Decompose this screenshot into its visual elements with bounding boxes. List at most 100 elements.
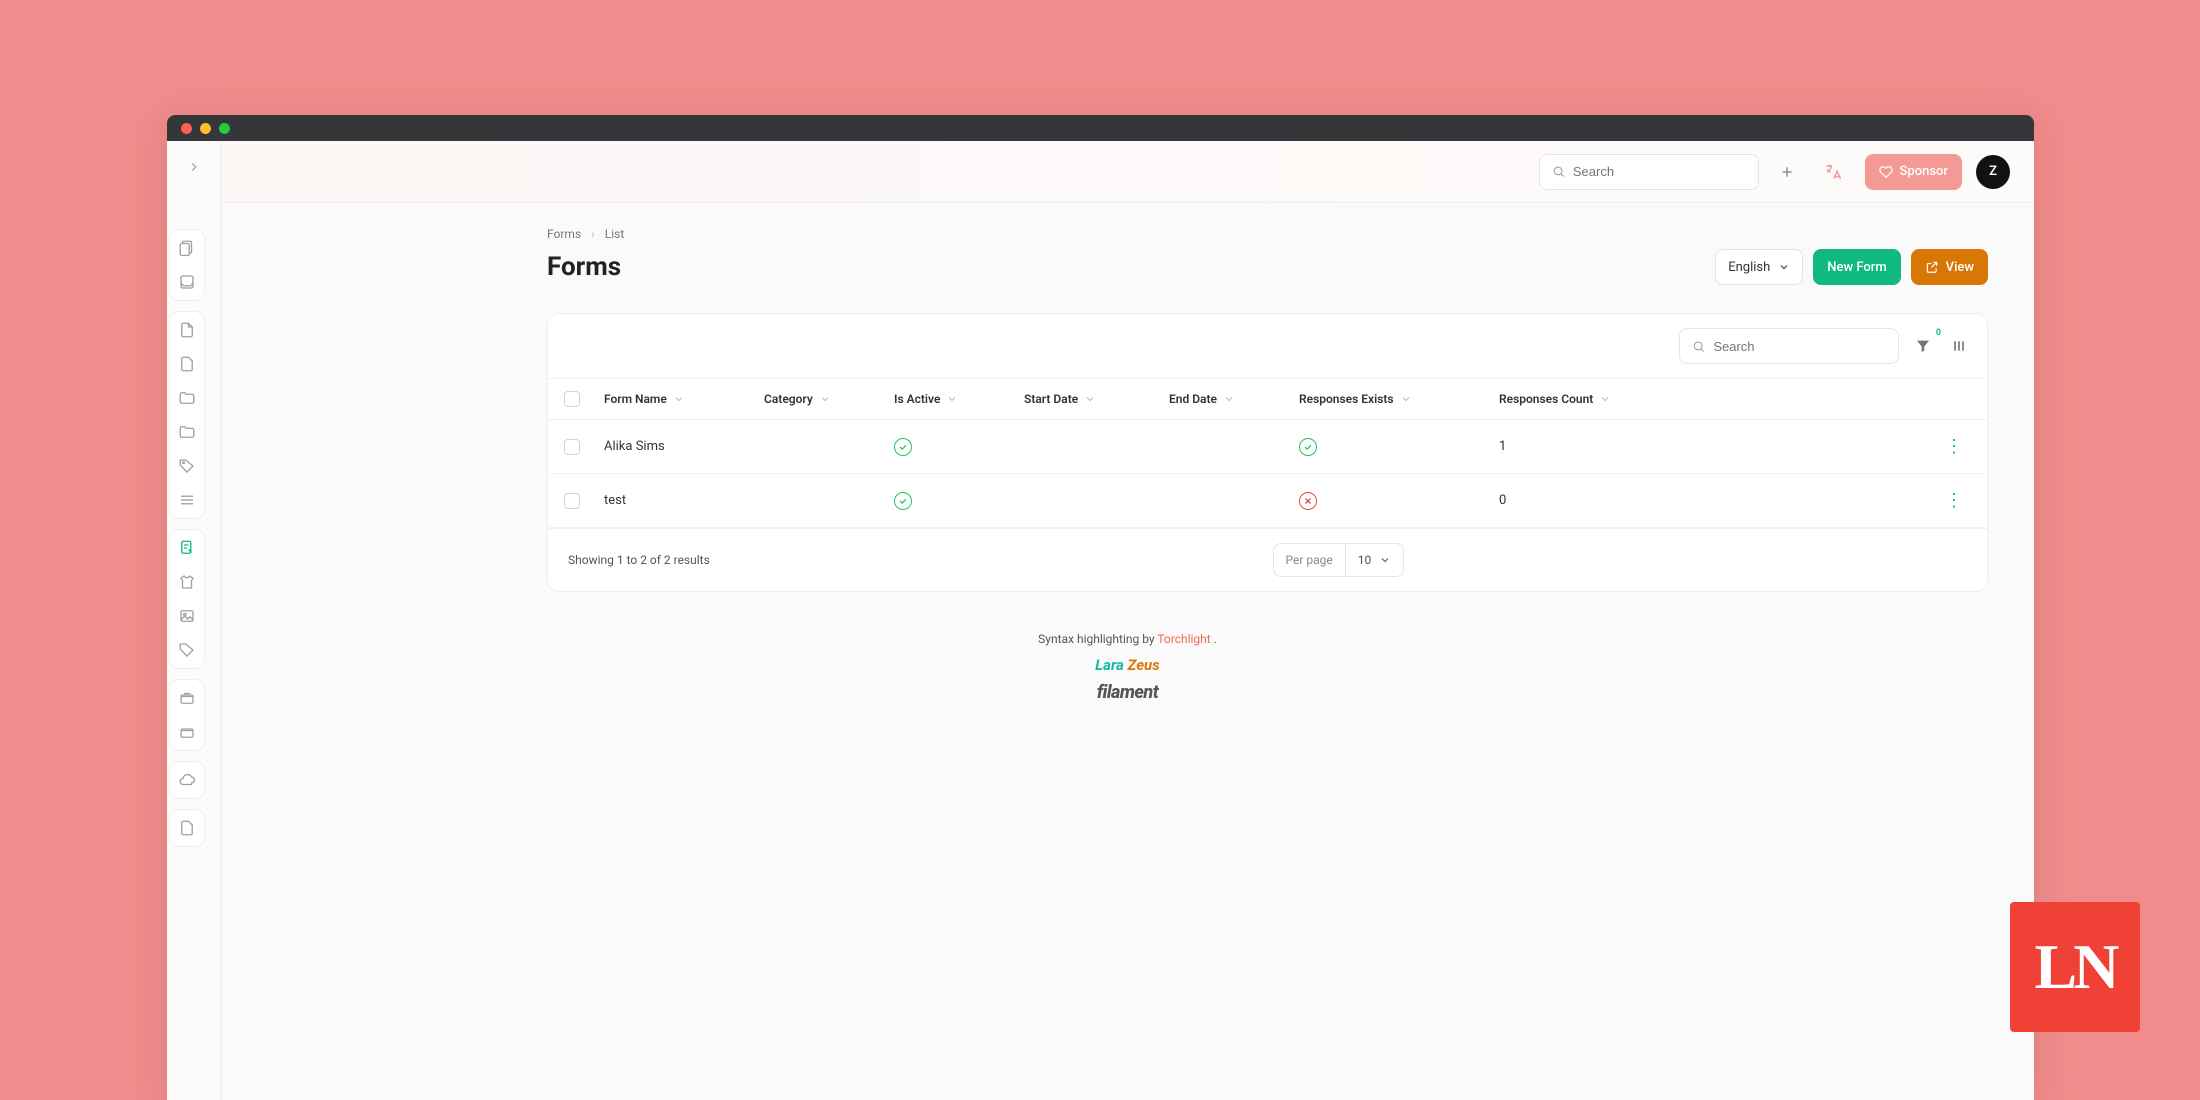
sponsor-button[interactable]: Sponsor (1865, 154, 1962, 190)
nav-group-1 (169, 229, 205, 301)
chevron-down-icon (946, 393, 958, 405)
col-category[interactable]: Category (764, 392, 894, 406)
user-avatar[interactable]: Z (1976, 155, 2010, 189)
col-form-name[interactable]: Form Name (604, 392, 764, 406)
page-title: Forms (547, 252, 621, 282)
breadcrumb-root[interactable]: Forms (547, 227, 581, 241)
per-page-label: Per page (1273, 543, 1346, 577)
row-actions-button[interactable]: ⋮ (1945, 436, 1971, 457)
nav-group-4 (169, 679, 205, 751)
select-all-checkbox[interactable] (564, 391, 580, 407)
chevron-down-icon (819, 393, 831, 405)
table-row: test 0 ⋮ (548, 474, 1987, 528)
chevron-down-icon (1223, 393, 1235, 405)
chevron-down-icon (1599, 393, 1611, 405)
global-search[interactable] (1539, 154, 1759, 190)
nav-group-5 (169, 761, 205, 799)
sidebar-expand-button[interactable] (182, 155, 206, 179)
ln-logo-badge: LN (2010, 902, 2140, 1032)
window-titlebar (167, 115, 2034, 141)
filament-logo: filament (257, 682, 1998, 703)
view-button[interactable]: View (1911, 249, 1988, 285)
browser-window: Sponsor Z (167, 115, 2034, 1100)
new-form-button[interactable]: New Form (1813, 249, 1900, 285)
columns-icon (1951, 338, 1967, 354)
translate-icon (1823, 162, 1843, 182)
per-page-select[interactable]: 10 (1346, 543, 1405, 577)
nav-doc-icon[interactable] (177, 320, 197, 340)
chevron-down-icon (1400, 393, 1412, 405)
search-icon (1552, 164, 1565, 179)
search-icon (1692, 339, 1705, 354)
nav-tag2-icon[interactable] (177, 640, 197, 660)
sponsor-label: Sponsor (1900, 164, 1948, 179)
chevron-down-icon (1379, 554, 1391, 566)
filter-button[interactable]: 0 (1911, 334, 1935, 358)
table-row: Alika Sims 1 ⋮ (548, 420, 1987, 474)
check-circle-icon (894, 492, 912, 510)
top-header: Sponsor Z (221, 141, 2034, 203)
language-switch-button[interactable] (1815, 154, 1851, 190)
nav-forms-icon[interactable] (177, 538, 197, 558)
plus-icon (1779, 164, 1795, 180)
chevron-right-icon: › (591, 227, 595, 241)
breadcrumb-leaf: List (605, 227, 625, 241)
window-minimize-button[interactable] (200, 123, 211, 134)
forms-table-card: 0 Form Name Category Is Active Start Dat… (547, 313, 1988, 592)
chevron-down-icon (673, 393, 685, 405)
nav-folder2-icon[interactable] (177, 422, 197, 442)
nav-group-3 (169, 529, 205, 669)
filter-icon (1915, 338, 1931, 354)
credits-footer: Syntax highlighting by Torchlight . Lara… (257, 632, 1998, 703)
nav-box2-icon[interactable] (177, 722, 197, 742)
check-circle-icon (894, 438, 912, 456)
nav-image-icon[interactable] (177, 606, 197, 626)
nav-group-2 (169, 311, 205, 519)
nav-list-icon[interactable] (177, 490, 197, 510)
heart-icon (1879, 165, 1893, 179)
nav-shirt-icon[interactable] (177, 572, 197, 592)
row-checkbox[interactable] (564, 493, 580, 509)
language-select[interactable]: English (1715, 249, 1803, 285)
row-actions-button[interactable]: ⋮ (1945, 490, 1971, 511)
x-circle-icon (1299, 492, 1317, 510)
add-button[interactable] (1769, 154, 1805, 190)
table-search-input[interactable] (1713, 339, 1886, 354)
cell-form-name[interactable]: Alika Sims (604, 439, 764, 454)
filter-count-badge: 0 (1936, 328, 1941, 338)
nav-group-6 (169, 809, 205, 847)
lara-zeus-logo: Lara Zeus (257, 656, 1998, 674)
external-link-icon (1925, 260, 1939, 274)
col-is-active[interactable]: Is Active (894, 392, 1024, 406)
nav-folder-icon[interactable] (177, 388, 197, 408)
nav-pages-icon[interactable] (177, 238, 197, 258)
chevron-down-icon (1084, 393, 1096, 405)
window-close-button[interactable] (181, 123, 192, 134)
page-content: Forms › List Forms English New Form (221, 203, 2034, 1100)
nav-doc2-icon[interactable] (177, 354, 197, 374)
table-search[interactable] (1679, 328, 1899, 364)
torchlight-link[interactable]: Torchlight (1157, 632, 1210, 646)
nav-cloud-icon[interactable] (177, 770, 197, 790)
nav-doc3-icon[interactable] (177, 818, 197, 838)
col-end-date[interactable]: End Date (1169, 392, 1299, 406)
nav-inbox-icon[interactable] (177, 272, 197, 292)
nav-tag-icon[interactable] (177, 456, 197, 476)
table-footer: Showing 1 to 2 of 2 results Per page 10 (548, 528, 1987, 591)
nav-box-icon[interactable] (177, 688, 197, 708)
breadcrumb: Forms › List (547, 227, 1998, 241)
cell-responses-count: 0 (1499, 493, 1639, 508)
check-circle-icon (1299, 438, 1317, 456)
window-maximize-button[interactable] (219, 123, 230, 134)
columns-button[interactable] (1947, 334, 1971, 358)
col-responses-exists[interactable]: Responses Exists (1299, 392, 1499, 406)
cell-form-name[interactable]: test (604, 493, 764, 508)
global-search-input[interactable] (1573, 164, 1746, 179)
chevron-down-icon (1778, 261, 1790, 273)
row-checkbox[interactable] (564, 439, 580, 455)
col-responses-count[interactable]: Responses Count (1499, 392, 1639, 406)
table-header-row: Form Name Category Is Active Start Date … (548, 378, 1987, 420)
results-summary: Showing 1 to 2 of 2 results (568, 553, 710, 567)
col-start-date[interactable]: Start Date (1024, 392, 1169, 406)
cell-responses-count: 1 (1499, 439, 1639, 454)
